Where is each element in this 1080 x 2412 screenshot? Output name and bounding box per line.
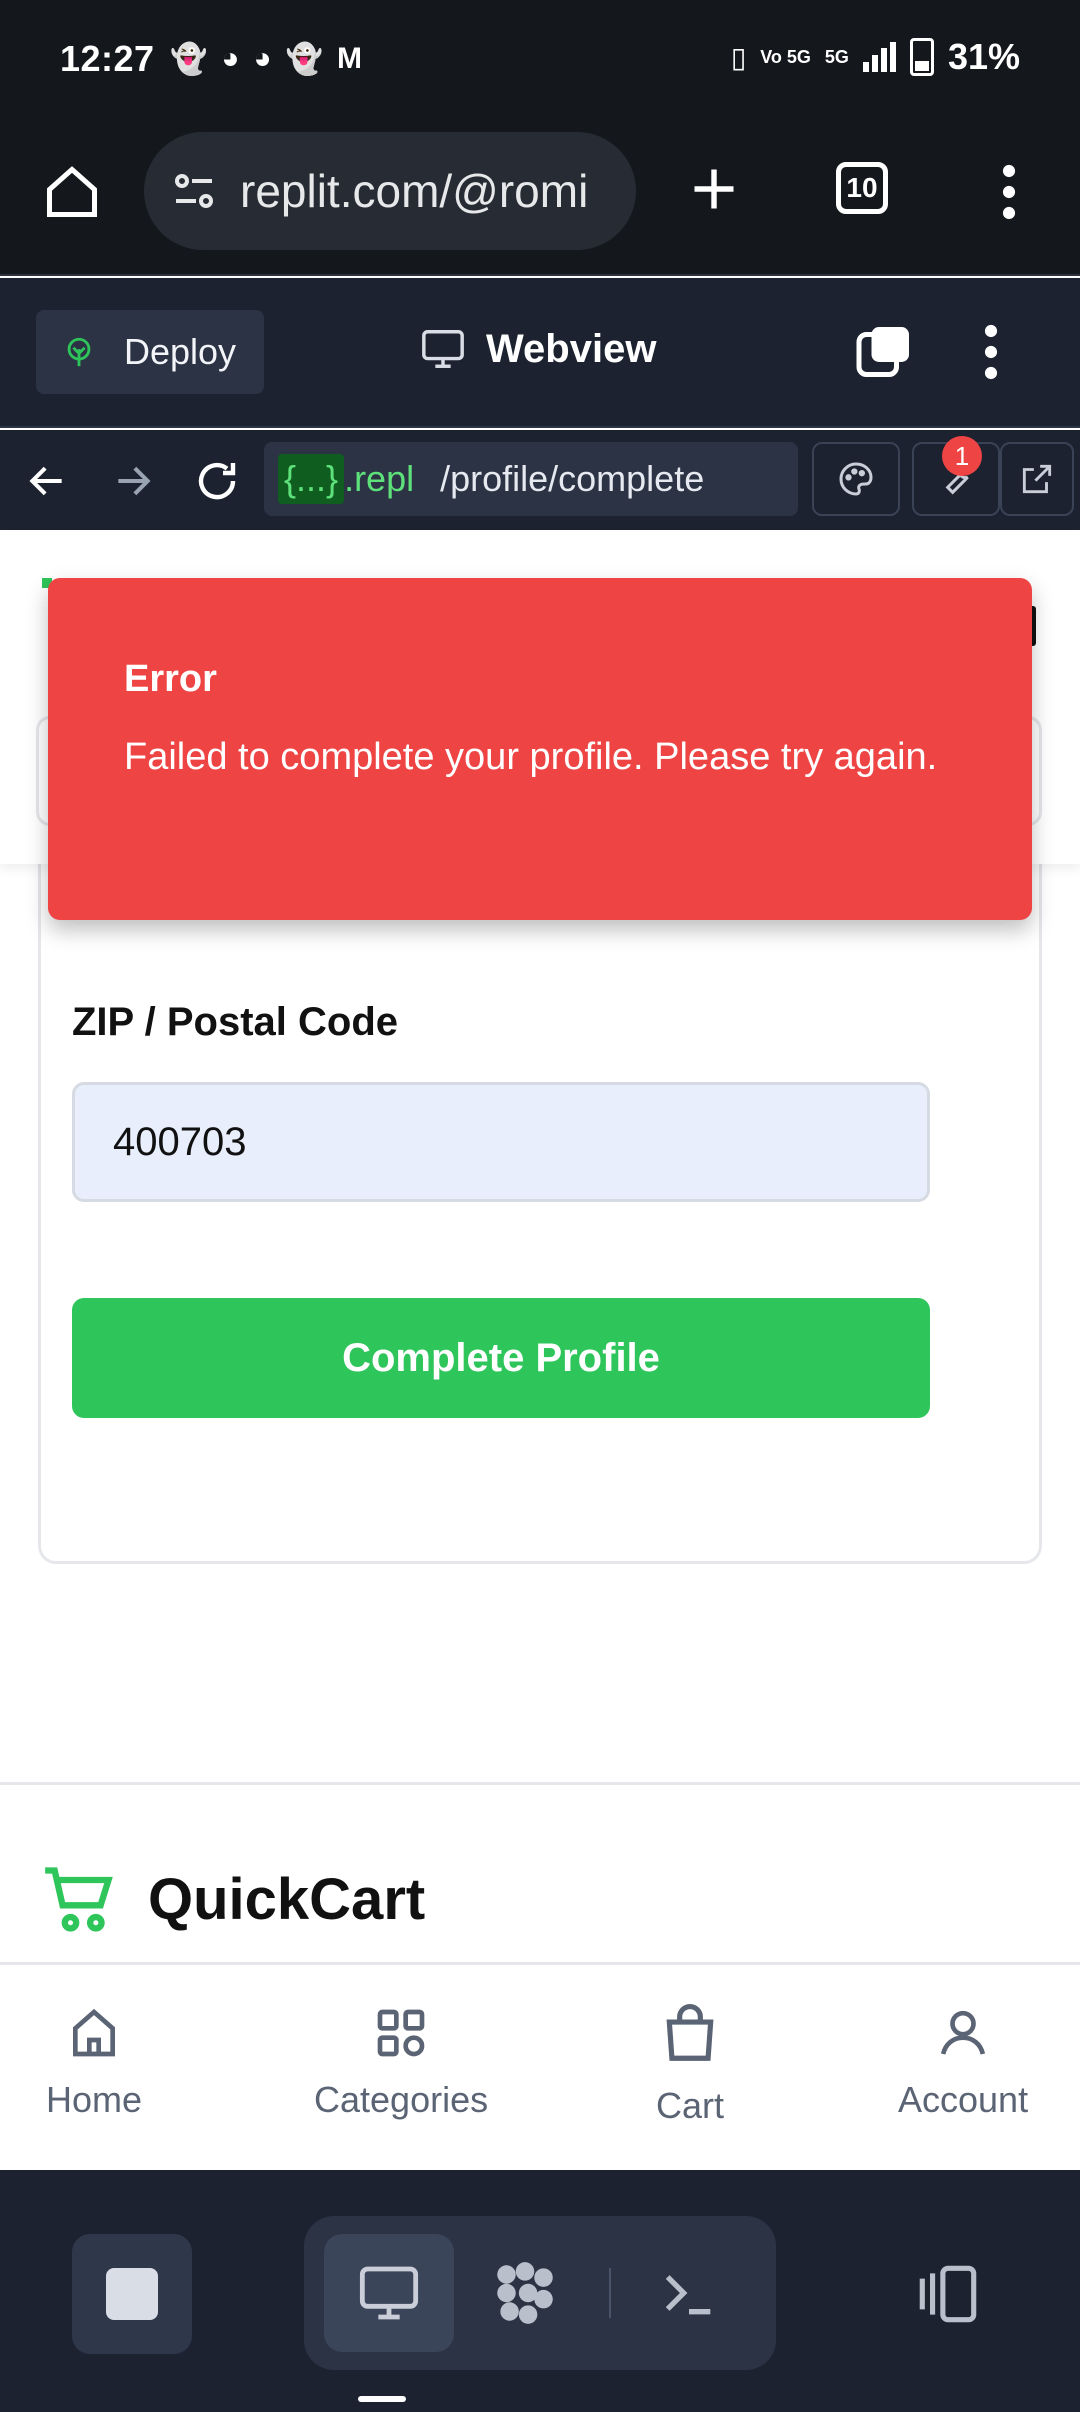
shopping-bag-icon <box>666 2004 714 2061</box>
error-toast[interactable]: Error Failed to complete your profile. P… <box>48 578 1032 920</box>
toast-title: Error <box>124 658 217 700</box>
browser-toolbar: replit.com/@romi 10 <box>0 124 1080 276</box>
stop-icon <box>106 2268 158 2320</box>
external-link-icon <box>1022 464 1052 494</box>
complete-profile-button[interactable]: Complete Profile <box>72 1298 930 1418</box>
volte-indicator: Vo 5G <box>760 47 811 67</box>
monitor-icon <box>359 2266 419 2320</box>
nav-label-cart: Cart <box>656 2085 725 2126</box>
browser-menu-icon[interactable] <box>994 160 1024 224</box>
reload-icon[interactable] <box>190 454 244 508</box>
snapchat-icon: 👻 <box>170 43 208 76</box>
battery-percent: 31% <box>947 36 1020 77</box>
gesture-bar[interactable] <box>358 2396 406 2402</box>
back-arrow-icon[interactable] <box>22 456 72 506</box>
webview-tab[interactable]: Webview <box>420 326 656 372</box>
webview-label: Webview <box>486 326 657 371</box>
nav-item-cart[interactable]: Cart <box>656 2003 724 2127</box>
deploy-icon <box>67 337 91 367</box>
devtools-badge: 1 <box>942 436 982 476</box>
nav-item-categories[interactable]: Categories <box>314 2005 488 2121</box>
replit-header: Deploy Webview <box>0 278 1080 428</box>
nav-label-categories: Categories <box>314 2079 489 2120</box>
replit-bottom-bar <box>0 2170 1080 2412</box>
repl-path: /profile/complete <box>440 458 705 499</box>
zip-input[interactable]: 400703 <box>72 1082 930 1202</box>
deploy-button[interactable]: Deploy <box>36 310 264 394</box>
split-view-icon[interactable] <box>854 322 914 382</box>
bottom-nav: Home Categories Cart Account <box>0 1962 1080 2170</box>
tab-count: 10 <box>836 162 888 214</box>
nav-item-home[interactable]: Home <box>46 2005 142 2121</box>
footer-brand[interactable]: QuickCart <box>42 1864 425 1934</box>
repl-domain: .repl <box>344 458 415 499</box>
console-switch[interactable] <box>624 2234 754 2352</box>
panels-icon[interactable] <box>910 2262 986 2326</box>
notification-icons: 👻 ◕ ◕ 👻 M <box>170 42 362 77</box>
toast-message: Failed to complete your profile. Please … <box>124 736 938 778</box>
nav-item-account[interactable]: Account <box>898 2005 1028 2121</box>
vibrate-icon: ▯ <box>730 41 747 73</box>
new-tab-icon[interactable] <box>684 154 744 224</box>
monitor-icon <box>422 330 464 368</box>
open-external-button[interactable] <box>1000 442 1074 516</box>
user-icon <box>940 2010 986 2055</box>
stop-button[interactable] <box>72 2234 192 2354</box>
webview-nav-bar: {...} .repl /profile/complete <box>0 430 1080 530</box>
webview-switch[interactable] <box>324 2234 454 2352</box>
footer-divider <box>0 1782 1080 1785</box>
home-icon[interactable] <box>40 160 104 224</box>
switcher-divider <box>609 2268 611 2318</box>
view-switcher <box>304 2216 776 2370</box>
signal-icon <box>862 42 896 72</box>
network-type: 5G <box>824 47 849 67</box>
brand-name: QuickCart <box>148 1866 426 1932</box>
replit-agent-icon <box>497 2262 553 2324</box>
battery-icon <box>909 38 934 76</box>
nav-label-home: Home <box>46 2079 143 2120</box>
webview-menu-icon[interactable] <box>976 322 1006 382</box>
tab-switcher-button[interactable]: 10 <box>836 162 888 214</box>
palette-icon <box>839 462 873 496</box>
webview-url-field[interactable]: {...} .repl /profile/complete <box>264 442 798 516</box>
home-icon <box>73 2008 116 2057</box>
theme-palette-button[interactable] <box>812 442 900 516</box>
address-bar[interactable]: replit.com/@romi <box>144 132 636 250</box>
grid-icon <box>377 2009 425 2057</box>
nav-label-account: Account <box>898 2079 1029 2120</box>
status-right: ▯ Vo 5G 5G 31% <box>731 36 1020 78</box>
site-settings-icon[interactable] <box>170 167 218 215</box>
gmail-icon: M <box>336 42 362 75</box>
snapchat-icon: 👻 <box>285 43 323 76</box>
url-text: replit.com/@romi <box>240 165 589 217</box>
deploy-label: Deploy <box>124 331 237 372</box>
status-bar: 12:27 👻 ◕ ◕ 👻 M ▯ Vo 5G 5G 31% <box>0 0 1080 124</box>
agent-switch[interactable] <box>460 2234 590 2352</box>
terminal-icon <box>665 2275 711 2315</box>
repl-id: {...} <box>278 454 345 504</box>
status-time: 12:27 <box>60 38 155 79</box>
cart-icon <box>45 1867 113 1932</box>
discord-icon: ◕ <box>253 42 272 75</box>
discord-icon: ◕ <box>221 42 240 75</box>
zip-label: ZIP / Postal Code <box>72 1000 398 1044</box>
forward-arrow-icon[interactable] <box>108 456 158 506</box>
